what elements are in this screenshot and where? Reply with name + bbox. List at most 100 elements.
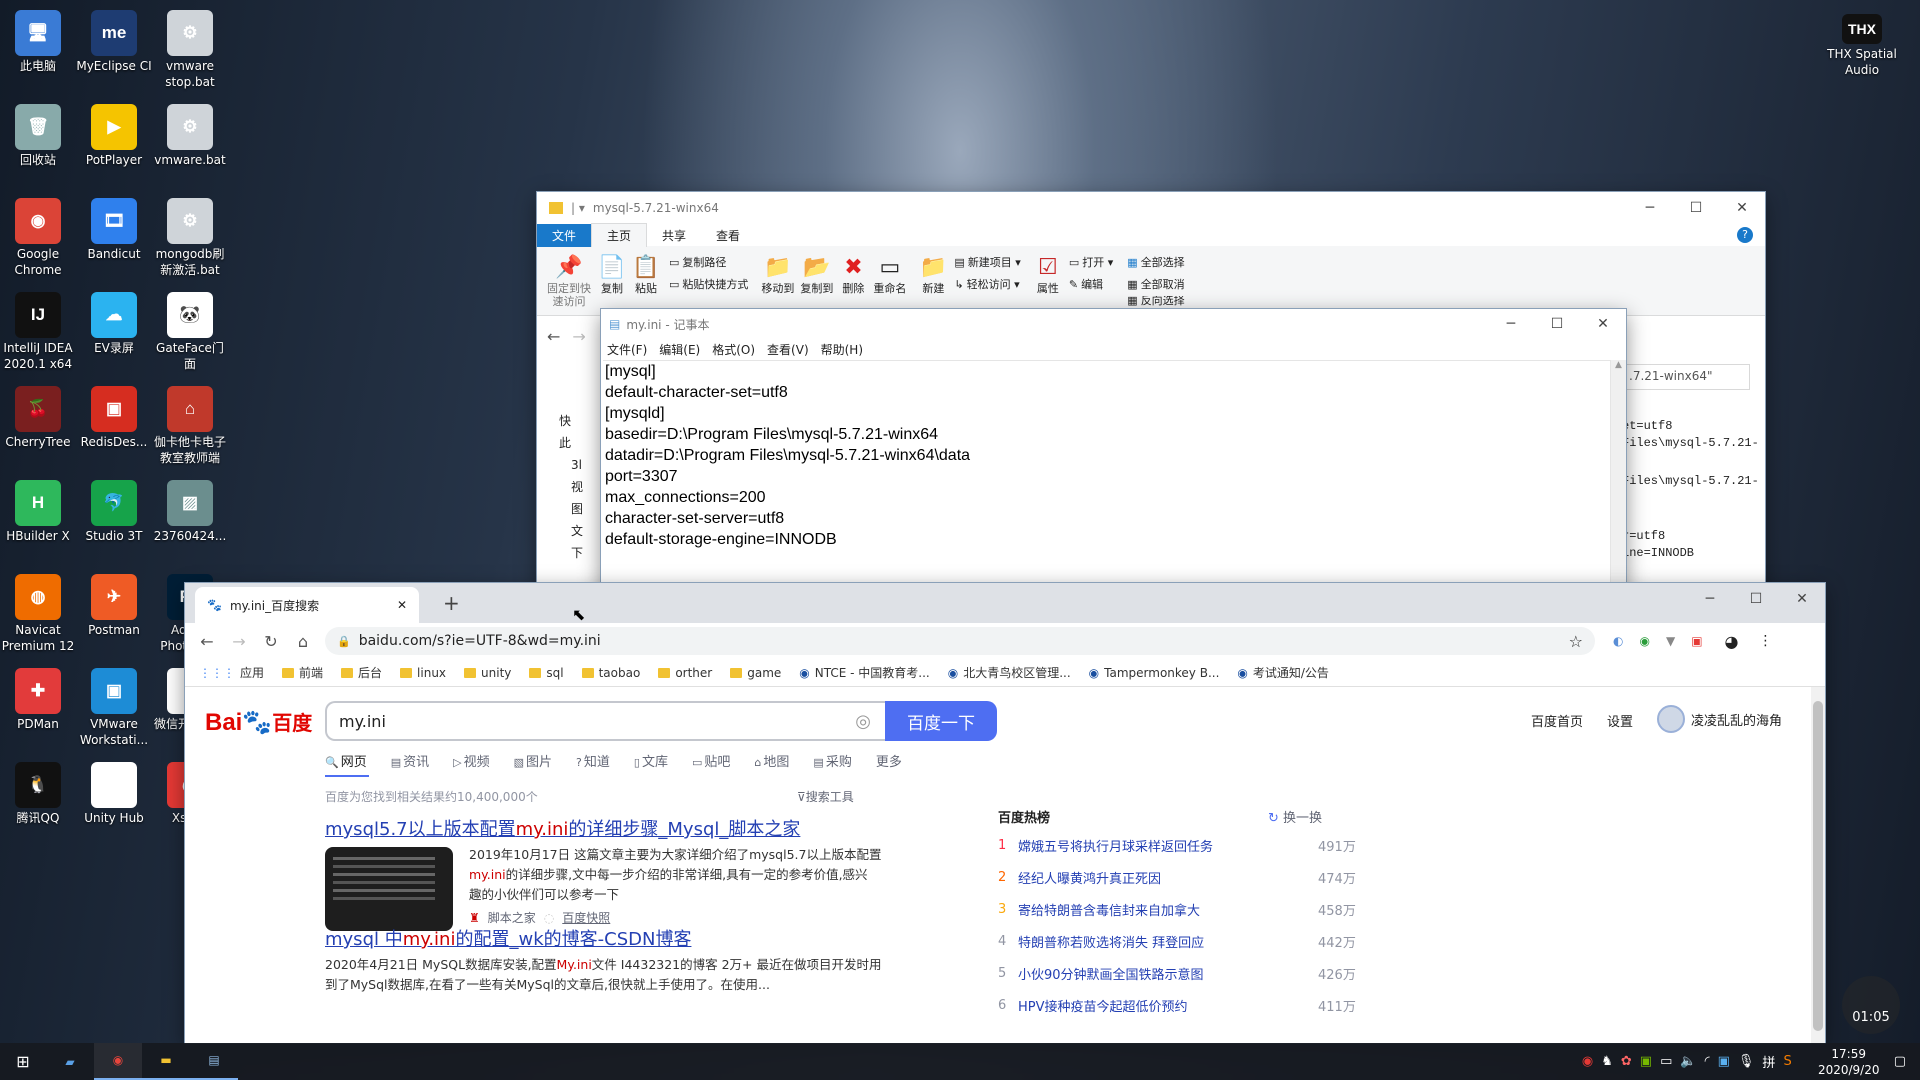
search-tab[interactable]: ⌂ 地图 bbox=[754, 751, 789, 770]
open-button[interactable]: ▭ 打开 ▾ bbox=[1069, 252, 1113, 274]
notepad-menu-item[interactable]: 查看(V) bbox=[767, 341, 809, 358]
copy-to-button[interactable]: 📂 复制到 bbox=[800, 252, 833, 315]
search-tab[interactable]: ▷ 视频 bbox=[453, 751, 489, 770]
copy-button[interactable]: 📄 复制 bbox=[598, 252, 626, 315]
extension-icon[interactable]: ◉ bbox=[1639, 634, 1649, 648]
clock[interactable]: 17:59 2020/9/20 bbox=[1814, 1046, 1884, 1078]
notepad-menu-item[interactable]: 格式(O) bbox=[712, 341, 755, 358]
tray-sogou-icon[interactable]: S bbox=[1783, 1054, 1791, 1069]
back-icon[interactable]: ← bbox=[191, 632, 223, 651]
user-menu[interactable]: 凌凌乱乱的海角 bbox=[1657, 705, 1782, 733]
scrollbar-thumb[interactable] bbox=[1813, 701, 1823, 1031]
minimize-button[interactable]: ─ bbox=[1627, 192, 1673, 224]
notification-icon[interactable]: ▢ bbox=[1894, 1054, 1906, 1069]
notepad-scrollbar[interactable]: ▲ bbox=[1610, 360, 1626, 594]
tab-file[interactable]: 文件 bbox=[537, 223, 592, 247]
desktop-icon[interactable]: 🐧 腾讯QQ bbox=[0, 762, 76, 826]
camera-icon[interactable]: ◎ bbox=[855, 711, 871, 732]
nav-item[interactable]: 快 bbox=[537, 410, 597, 432]
desktop-icon[interactable]: 🐬 Studio 3T bbox=[76, 480, 152, 544]
taskbar-explorer-icon[interactable]: ▬ bbox=[142, 1043, 190, 1080]
tab-share[interactable]: 共享 bbox=[647, 224, 701, 247]
refresh-button[interactable]: ↻ 换一换 bbox=[1268, 807, 1322, 826]
result-thumbnail[interactable] bbox=[325, 847, 453, 931]
search-tab[interactable]: ▤ 采购 bbox=[813, 751, 851, 770]
hot-list-item[interactable]: 2 经纪人曝黄鸿升真正死因 474万 bbox=[998, 861, 1378, 893]
hot-list-item[interactable]: 6 HPV接种疫苗今起超低价预约 411万 bbox=[998, 989, 1378, 1021]
desktop-icon[interactable]: ✚ PDMan bbox=[0, 668, 76, 732]
maximize-button[interactable]: ☐ bbox=[1534, 309, 1580, 339]
close-button[interactable]: ✕ bbox=[1779, 583, 1825, 615]
baidu-home-link[interactable]: 百度首页 bbox=[1531, 711, 1583, 733]
desktop-icon[interactable]: ▨ 23760424... bbox=[152, 480, 228, 544]
settings-link[interactable]: 设置 bbox=[1607, 711, 1633, 733]
desktop-icon[interactable]: ✈ Postman bbox=[76, 574, 152, 638]
bookmark-item[interactable]: 前端 bbox=[282, 664, 323, 681]
tray-wifi-icon[interactable]: ◜ bbox=[1705, 1054, 1710, 1069]
hot-list-item[interactable]: 3 寄给特朗普含毒信封来自加拿大 458万 bbox=[998, 893, 1378, 925]
close-button[interactable]: ✕ bbox=[1719, 192, 1765, 224]
omnibox[interactable]: 🔒 baidu.com/s?ie=UTF-8&wd=my.ini ☆ bbox=[325, 627, 1595, 655]
move-to-button[interactable]: 📁 移动到 bbox=[761, 252, 794, 315]
desktop-icon[interactable]: ⌂ 伽卡他卡电子教室教师端 bbox=[152, 386, 228, 466]
minimize-button[interactable]: ─ bbox=[1488, 309, 1534, 339]
search-tab[interactable]: 🔍 网页 bbox=[325, 751, 367, 770]
bookmark-item[interactable]: sql bbox=[529, 666, 564, 680]
bookmark-item[interactable]: ⋮⋮⋮ 应用 bbox=[199, 664, 264, 681]
select-all-button[interactable]: ▦ 全部选择 bbox=[1127, 252, 1184, 274]
search-tab[interactable]: ▤ 资讯 bbox=[391, 751, 429, 770]
hot-list-item[interactable]: 5 小伙90分钟默画全国铁路示意图 426万 bbox=[998, 957, 1378, 989]
bookmark-item[interactable]: 后台 bbox=[341, 664, 382, 681]
maximize-button[interactable]: ☐ bbox=[1733, 583, 1779, 615]
desktop-icon[interactable]: IJ IntelliJ IDEA 2020.1 x64 bbox=[0, 292, 76, 372]
maximize-button[interactable]: ☐ bbox=[1673, 192, 1719, 224]
search-tools-button[interactable]: ⊽搜索工具 bbox=[797, 788, 854, 805]
menu-icon[interactable]: ⋮ bbox=[1759, 633, 1773, 649]
bookmark-item[interactable]: ◉ 考试通知/公告 bbox=[1237, 664, 1329, 681]
notepad-menu-item[interactable]: 编辑(E) bbox=[659, 341, 700, 358]
profile-icon[interactable]: ◕ bbox=[1725, 632, 1739, 651]
tray-mic-icon[interactable]: 🎙 bbox=[1738, 1054, 1755, 1069]
nav-item[interactable]: 视 bbox=[537, 476, 597, 498]
back-arrow-icon[interactable]: ← bbox=[547, 327, 560, 346]
desktop-icon[interactable]: ☁ EV录屏 bbox=[76, 292, 152, 356]
search-tab[interactable]: ? 知道 bbox=[576, 751, 610, 770]
hot-list-item[interactable]: 4 特朗普称若败选将消失 拜登回应 442万 bbox=[998, 925, 1378, 957]
nav-item[interactable]: 此 bbox=[537, 432, 597, 454]
desktop-icon[interactable]: me MyEclipse CI bbox=[76, 10, 152, 74]
taskbar-chrome-icon[interactable]: ◉ bbox=[94, 1043, 142, 1080]
bookmark-item[interactable]: orther bbox=[658, 666, 712, 680]
pin-quick-access-button[interactable]: 📌 固定到快速访问 bbox=[546, 252, 592, 315]
result-title[interactable]: mysql 中my.ini的配置_wk的博客-CSDN博客 bbox=[325, 925, 905, 951]
paste-button[interactable]: 📋 粘贴 bbox=[632, 252, 660, 315]
properties-button[interactable]: ☑ 属性 bbox=[1034, 252, 1062, 315]
tray-nvidia-icon[interactable]: ▣ bbox=[1640, 1054, 1652, 1069]
rename-button[interactable]: ▭ 重命名 bbox=[873, 252, 906, 315]
forward-arrow-icon[interactable]: → bbox=[572, 327, 585, 346]
bookmark-item[interactable]: ◉ NTCE - 中国教育考... bbox=[799, 664, 929, 681]
bookmark-item[interactable]: linux bbox=[400, 666, 446, 680]
desktop-icon-thx[interactable]: THX THX Spatial Audio bbox=[1822, 14, 1902, 78]
search-tab[interactable]: ▧ 图片 bbox=[514, 751, 552, 770]
tray-app-icon[interactable]: ▣ bbox=[1718, 1054, 1730, 1069]
notepad-editor[interactable]: [mysql] default-character-set=utf8 [mysqld… bbox=[603, 360, 1610, 594]
select-none-button[interactable]: ▦ 全部取消 bbox=[1127, 274, 1184, 296]
qat-dropdown-icon[interactable]: | ▾ bbox=[571, 201, 585, 215]
browser-tab[interactable]: 🐾 my.ini_百度搜索 ✕ bbox=[195, 587, 419, 623]
taskbar-app-icon[interactable]: ▰ bbox=[46, 1055, 94, 1069]
delete-button[interactable]: ✖ 删除 bbox=[839, 252, 867, 315]
minimize-button[interactable]: ─ bbox=[1687, 583, 1733, 615]
nav-item[interactable]: 3l bbox=[537, 454, 597, 476]
search-tab[interactable]: ▭ 贴吧 bbox=[692, 751, 730, 770]
new-folder-button[interactable]: 📁 新建 bbox=[919, 252, 947, 315]
search-tab[interactable]: ▯ 文库 bbox=[634, 751, 668, 770]
tab-home[interactable]: 主页 bbox=[591, 223, 648, 247]
notepad-menu-item[interactable]: 文件(F) bbox=[607, 341, 647, 358]
tray-battery-icon[interactable]: ▭ bbox=[1660, 1054, 1672, 1069]
extension-icon[interactable]: ▣ bbox=[1691, 634, 1702, 648]
desktop-icon[interactable]: ⚙ vmware stop.bat bbox=[152, 10, 228, 90]
hot-list-item[interactable]: 1 嫦娥五号将执行月球采样返回任务 491万 bbox=[998, 829, 1378, 861]
desktop-icon[interactable]: 🖥 此电脑 bbox=[0, 10, 76, 74]
extension-icon[interactable]: ◐ bbox=[1613, 634, 1623, 648]
bookmark-item[interactable]: ◉ Tampermonkey B... bbox=[1089, 666, 1220, 680]
